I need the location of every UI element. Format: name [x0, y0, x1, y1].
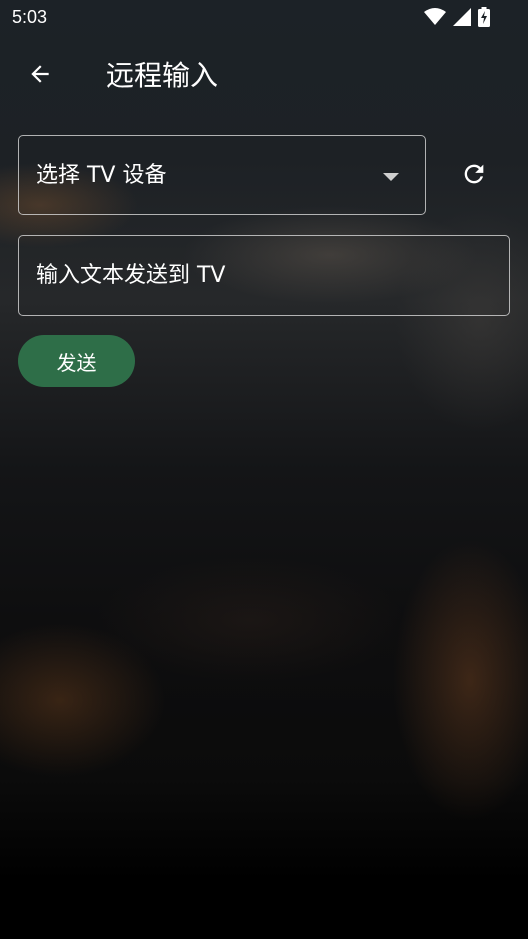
tv-device-select-label: 选择 TV 设备	[36, 163, 167, 188]
status-bar: 5:03	[0, 0, 528, 36]
arrow-left-icon	[27, 61, 53, 91]
signal-icon	[453, 8, 471, 30]
battery-charging-icon	[478, 7, 490, 31]
tv-text-input-box	[18, 235, 510, 316]
send-button[interactable]: 发送	[18, 335, 135, 387]
dropdown-arrow-icon	[383, 173, 399, 181]
send-button-label: 发送	[56, 350, 97, 375]
status-time: 5:03	[12, 7, 48, 27]
app-bar: 远程输入	[0, 44, 528, 108]
status-icons	[424, 7, 490, 31]
tv-device-select[interactable]: 选择 TV 设备	[18, 135, 426, 215]
page-title: 远程输入	[106, 59, 219, 92]
back-button[interactable]	[18, 54, 62, 98]
refresh-icon	[460, 160, 488, 192]
tv-text-input[interactable]	[36, 236, 491, 314]
refresh-button[interactable]	[451, 153, 497, 199]
wifi-icon	[424, 8, 446, 30]
